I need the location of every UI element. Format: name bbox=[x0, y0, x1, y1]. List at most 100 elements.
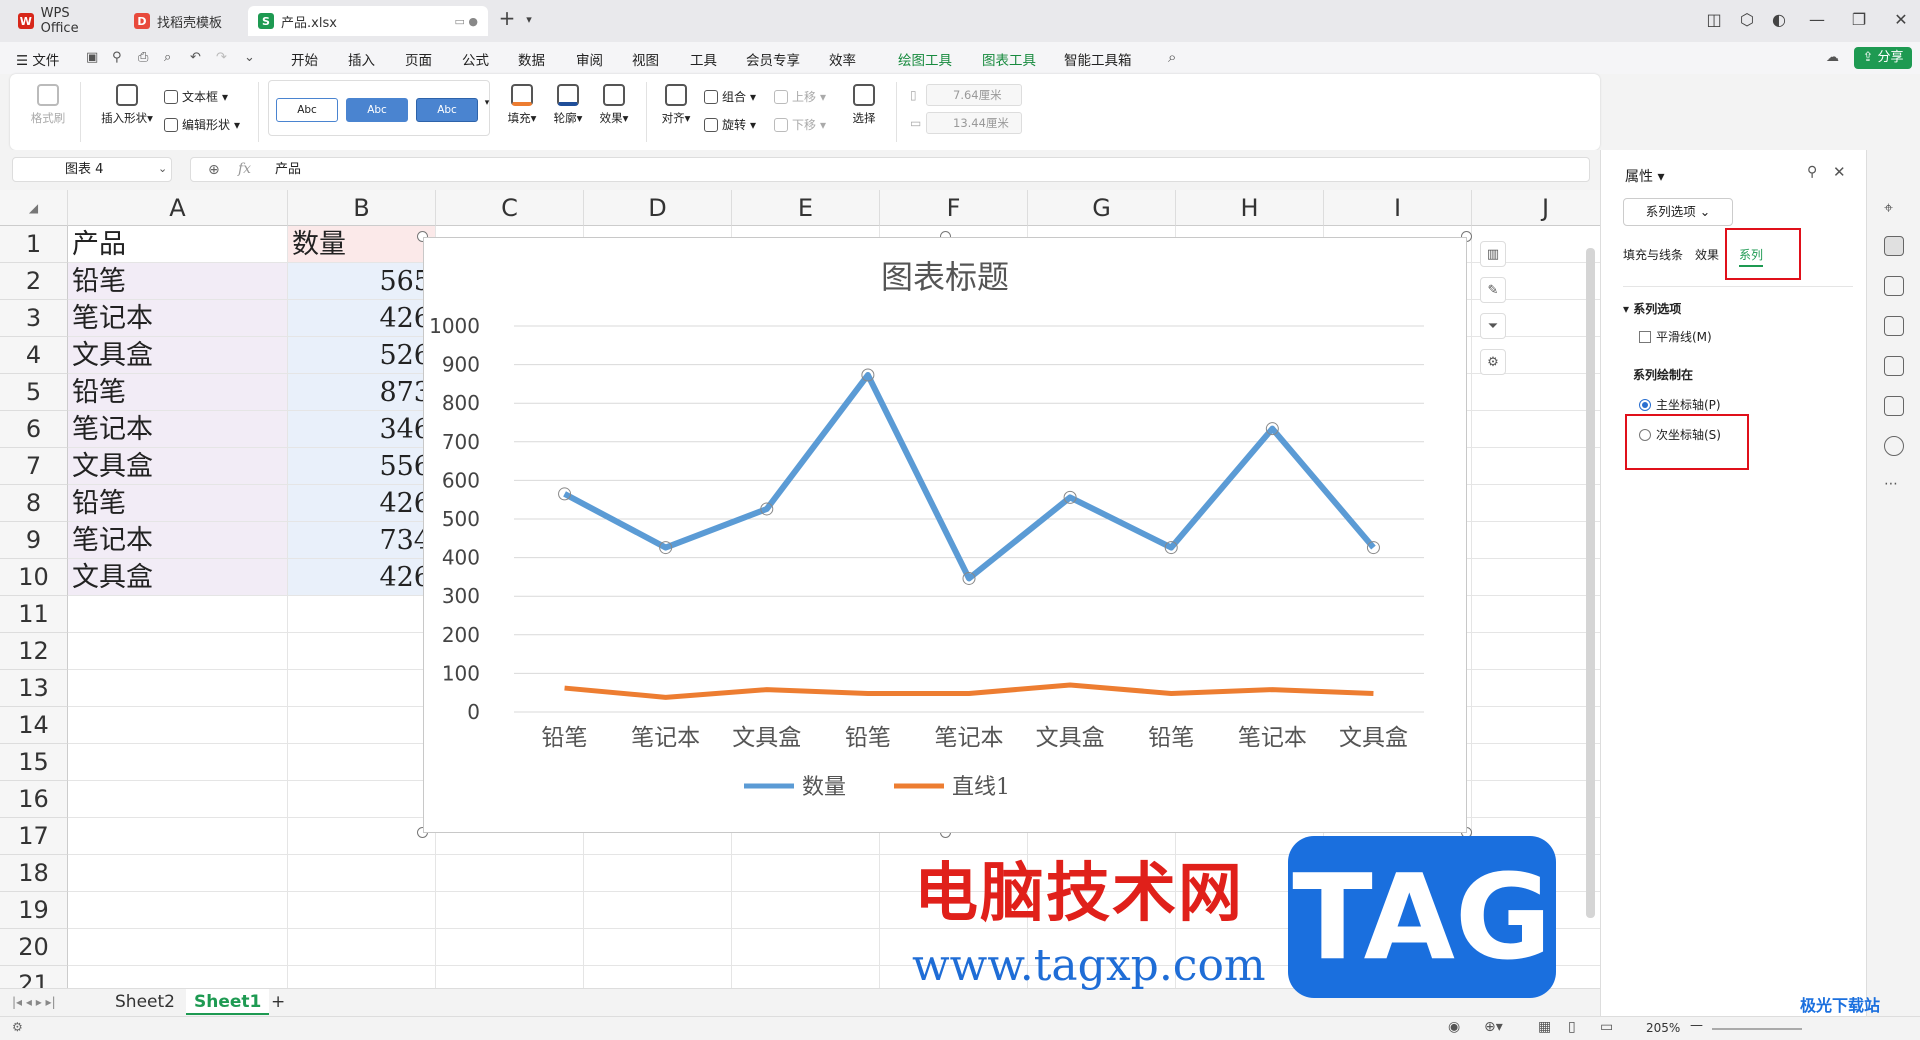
link-icon[interactable]: ⚲ bbox=[112, 50, 122, 65]
help-icon[interactable] bbox=[1884, 436, 1904, 456]
cell[interactable] bbox=[732, 929, 880, 966]
cell[interactable] bbox=[68, 670, 288, 707]
row-header[interactable]: 7 bbox=[0, 448, 68, 485]
menu-chart-tools[interactable]: 图表工具 bbox=[982, 49, 1036, 69]
cell[interactable] bbox=[288, 670, 436, 707]
chart-elements-icon[interactable]: ▥ bbox=[1480, 241, 1506, 267]
cell[interactable]: 文具盒 bbox=[68, 448, 288, 485]
row-header[interactable]: 6 bbox=[0, 411, 68, 448]
macro-icon[interactable]: ⚙ bbox=[12, 1020, 23, 1034]
print-icon[interactable]: ⎙ bbox=[138, 50, 148, 65]
cell[interactable]: 346 bbox=[288, 411, 436, 448]
cell[interactable]: 铅笔 bbox=[68, 374, 288, 411]
column-header[interactable]: I bbox=[1324, 190, 1472, 226]
zoom-slider[interactable] bbox=[1712, 1028, 1802, 1030]
redo-icon[interactable]: ↷ bbox=[216, 50, 227, 65]
cell[interactable] bbox=[68, 929, 288, 966]
fill-button[interactable]: 填充▾ bbox=[502, 84, 542, 126]
cell[interactable]: 526 bbox=[288, 337, 436, 374]
rotate-button[interactable]: 旋转 ▾ bbox=[704, 116, 756, 133]
normal-view-icon[interactable]: ▦ bbox=[1538, 1019, 1551, 1035]
vertical-scrollbar[interactable] bbox=[1586, 248, 1595, 918]
formula-input[interactable]: 产品 bbox=[190, 157, 1590, 182]
column-header[interactable]: F bbox=[880, 190, 1028, 226]
column-header[interactable]: J bbox=[1472, 190, 1600, 226]
cell[interactable]: 426 bbox=[288, 300, 436, 337]
style-outline[interactable]: Abc bbox=[276, 98, 338, 122]
tab-wps-office[interactable]: W WPS Office bbox=[8, 6, 120, 36]
cell[interactable] bbox=[288, 929, 436, 966]
tab-docer[interactable]: D 找稻壳模板 bbox=[124, 6, 244, 36]
cell[interactable]: 文具盒 bbox=[68, 559, 288, 596]
menu-insert[interactable]: 插入 bbox=[348, 49, 375, 69]
row-header[interactable]: 16 bbox=[0, 781, 68, 818]
cell[interactable] bbox=[436, 929, 584, 966]
menu-tools[interactable]: 工具 bbox=[690, 49, 717, 69]
cell[interactable]: 426 bbox=[288, 485, 436, 522]
cell[interactable] bbox=[1472, 670, 1600, 707]
row-header[interactable]: 11 bbox=[0, 596, 68, 633]
row-header[interactable]: 2 bbox=[0, 263, 68, 300]
cell[interactable] bbox=[732, 855, 880, 892]
menu-efficiency[interactable]: 效率 bbox=[829, 49, 856, 69]
cell[interactable] bbox=[288, 818, 436, 855]
cell[interactable] bbox=[1472, 781, 1600, 818]
move-down-button[interactable]: 下移 ▾ bbox=[774, 116, 826, 133]
cell[interactable] bbox=[68, 966, 288, 988]
text-box-button[interactable]: 文本框 ▾ bbox=[164, 88, 228, 105]
cell[interactable] bbox=[288, 633, 436, 670]
save-icon[interactable]: ▣ bbox=[86, 50, 98, 65]
more-chevron-icon[interactable]: ⌄ bbox=[244, 50, 255, 65]
cell[interactable]: 556 bbox=[288, 448, 436, 485]
book-icon[interactable] bbox=[1884, 396, 1904, 416]
align-button[interactable]: 对齐▾ bbox=[656, 84, 696, 126]
select-all-corner[interactable]: ◢ bbox=[0, 190, 68, 226]
row-header[interactable]: 13 bbox=[0, 670, 68, 707]
column-header[interactable]: C bbox=[436, 190, 584, 226]
cell[interactable] bbox=[288, 855, 436, 892]
cell[interactable] bbox=[584, 892, 732, 929]
chart-settings-icon[interactable]: ⚙ bbox=[1480, 349, 1506, 375]
row-header[interactable]: 3 bbox=[0, 300, 68, 337]
cell-focus-icon[interactable]: ⊕▾ bbox=[1484, 1019, 1503, 1035]
cell[interactable]: 铅笔 bbox=[68, 485, 288, 522]
cell[interactable] bbox=[732, 966, 880, 988]
tab-fill-line[interactable]: 填充与线条 bbox=[1623, 246, 1683, 263]
page-view-icon[interactable]: ▭ bbox=[1600, 1019, 1613, 1035]
menu-data[interactable]: 数据 bbox=[518, 49, 545, 69]
column-header[interactable]: G bbox=[1028, 190, 1176, 226]
row-header[interactable]: 8 bbox=[0, 485, 68, 522]
add-sheet-icon[interactable]: + bbox=[271, 992, 285, 1012]
cell[interactable]: 734 bbox=[288, 522, 436, 559]
primary-axis-radio[interactable]: 主坐标轴(P) bbox=[1639, 396, 1721, 413]
undo-icon[interactable]: ↶ bbox=[190, 50, 201, 65]
row-header[interactable]: 18 bbox=[0, 855, 68, 892]
cell[interactable] bbox=[732, 892, 880, 929]
zoom-level[interactable]: 205% bbox=[1646, 1021, 1680, 1035]
tab-effect[interactable]: 效果 bbox=[1695, 246, 1719, 263]
cell[interactable] bbox=[1472, 596, 1600, 633]
menu-drawing-tools[interactable]: 绘图工具 bbox=[898, 49, 952, 76]
monitor-icon[interactable]: ▭ ● bbox=[455, 15, 479, 28]
chart-style-brush-icon[interactable]: ✎ bbox=[1480, 277, 1506, 303]
cell[interactable] bbox=[584, 929, 732, 966]
row-header[interactable]: 9 bbox=[0, 522, 68, 559]
row-header[interactable]: 20 bbox=[0, 929, 68, 966]
cell[interactable] bbox=[1472, 411, 1600, 448]
cell[interactable]: 笔记本 bbox=[68, 300, 288, 337]
cell[interactable]: 数量 bbox=[288, 226, 436, 263]
preview-icon[interactable]: ⌕ bbox=[164, 50, 171, 65]
sheet-tab-sheet2[interactable]: Sheet2 bbox=[115, 992, 175, 1012]
pin-icon[interactable]: ⚲ bbox=[1807, 164, 1817, 180]
cell[interactable] bbox=[1472, 522, 1600, 559]
avatar[interactable]: ◐ bbox=[1768, 10, 1790, 29]
cell[interactable] bbox=[68, 707, 288, 744]
reading-view-icon[interactable]: ▯ bbox=[1568, 1019, 1576, 1035]
menu-smart-toolbox[interactable]: 智能工具箱 bbox=[1064, 49, 1132, 69]
row-header[interactable]: 14 bbox=[0, 707, 68, 744]
minimize-icon[interactable]: — bbox=[1806, 10, 1828, 29]
cell[interactable] bbox=[1472, 633, 1600, 670]
series-options-section[interactable]: ▾ 系列选项 bbox=[1623, 300, 1681, 317]
select-button[interactable]: 选择 bbox=[844, 84, 884, 126]
chart-filter-icon[interactable]: ⏷ bbox=[1480, 313, 1506, 339]
